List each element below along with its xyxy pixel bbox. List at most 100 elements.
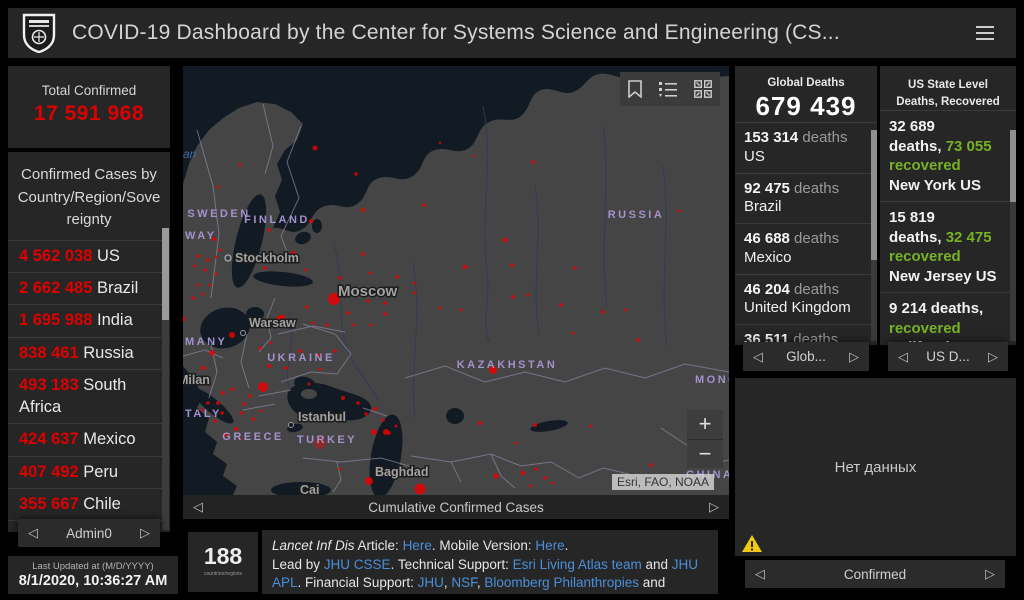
case-dot[interactable] (503, 238, 508, 243)
country-row[interactable]: 1 695 988 India (8, 304, 170, 336)
case-dot[interactable] (325, 323, 329, 327)
country-row[interactable]: 2 662 485 Brazil (8, 272, 170, 304)
case-dot[interactable] (346, 311, 350, 315)
case-dot[interactable] (191, 296, 195, 300)
deaths-row[interactable]: 46 688 deathsMexico (735, 223, 877, 274)
case-dot[interactable] (530, 485, 533, 488)
case-dot[interactable] (414, 292, 417, 295)
case-dot[interactable] (239, 411, 243, 415)
case-dot[interactable] (521, 471, 526, 476)
case-dot[interactable] (194, 265, 197, 268)
state-row[interactable]: 15 819deaths, 32 475recoveredNew Jersey … (880, 201, 1016, 292)
country-row[interactable]: 424 637 Mexico (8, 423, 170, 455)
case-dot[interactable] (559, 303, 563, 307)
country-row[interactable]: 355 667 Chile (8, 488, 170, 520)
case-dot[interactable] (354, 172, 358, 176)
scrollbar-thumb[interactable] (1010, 130, 1016, 202)
credit-link[interactable]: Bloomberg Philanthropies (484, 575, 639, 590)
zoom-in-button[interactable]: + (687, 410, 723, 439)
country-row[interactable]: 493 183 South Africa (8, 369, 170, 423)
credit-link[interactable]: JHU CSSE (324, 557, 391, 572)
case-dot[interactable] (415, 484, 426, 495)
case-dot[interactable] (308, 383, 311, 386)
credit-link[interactable]: NSF (451, 575, 477, 590)
case-dot[interactable] (221, 391, 225, 395)
case-dot[interactable] (197, 284, 200, 287)
prev-layer-icon[interactable]: ◁ (183, 499, 213, 515)
case-dot[interactable] (478, 421, 482, 425)
country-row[interactable]: 838 461 Russia (8, 337, 170, 369)
case-dot[interactable] (395, 425, 398, 428)
case-dot[interactable] (533, 423, 537, 427)
case-dot[interactable] (511, 295, 515, 299)
case-dot[interactable] (364, 412, 368, 416)
scrollbar-thumb[interactable] (871, 130, 877, 260)
case-dot[interactable] (284, 366, 288, 370)
basemap-grid-icon[interactable] (694, 80, 712, 98)
next-page-icon[interactable]: ▷ (975, 566, 1005, 582)
case-dot[interactable] (258, 382, 268, 392)
case-dot[interactable] (370, 324, 373, 327)
case-dot[interactable] (312, 322, 315, 325)
case-dot[interactable] (373, 407, 377, 411)
prev-page-icon[interactable]: ◁ (745, 566, 775, 582)
case-dot[interactable] (305, 305, 309, 309)
case-dot[interactable] (339, 468, 342, 471)
case-dot[interactable] (341, 396, 345, 400)
case-dot[interactable] (356, 401, 360, 405)
case-dot[interactable] (217, 186, 220, 189)
case-dot[interactable] (209, 284, 212, 287)
case-dot[interactable] (573, 266, 577, 270)
case-dot[interactable] (414, 282, 417, 285)
case-dot[interactable] (209, 350, 214, 355)
case-dot[interactable] (383, 312, 387, 316)
legend-list-icon[interactable] (659, 81, 677, 97)
bookmark-icon[interactable] (628, 80, 642, 98)
case-dot[interactable] (251, 417, 255, 421)
case-dot[interactable] (460, 309, 463, 312)
case-dot[interactable] (206, 401, 210, 405)
case-dot[interactable] (439, 307, 442, 310)
case-dot[interactable] (231, 387, 235, 391)
case-dot[interactable] (267, 228, 271, 232)
case-dot[interactable] (515, 442, 518, 445)
case-dot[interactable] (463, 265, 468, 270)
case-dot[interactable] (601, 310, 605, 314)
country-row[interactable]: 4 562 038 US (8, 240, 170, 272)
next-layer-icon[interactable]: ▷ (699, 499, 729, 515)
case-dot[interactable] (201, 366, 206, 371)
zoom-out-button[interactable]: − (687, 439, 723, 468)
case-dot[interactable] (369, 272, 372, 275)
menu-icon[interactable] (976, 22, 994, 44)
deaths-row[interactable]: 46 204 deathsUnited Kingdom (735, 274, 877, 325)
next-page-icon[interactable]: ▷ (839, 349, 869, 365)
case-dot[interactable] (572, 332, 575, 335)
state-row[interactable]: 32 689deaths, 73 055recoveredNew York US (880, 110, 1016, 201)
case-dot[interactable] (239, 164, 242, 167)
case-dot[interactable] (543, 476, 547, 480)
case-dot[interactable] (270, 342, 273, 345)
case-dot[interactable] (678, 210, 681, 213)
case-dot[interactable] (260, 410, 263, 413)
case-dot[interactable] (636, 338, 640, 342)
prev-page-icon[interactable]: ◁ (18, 525, 48, 541)
case-dot[interactable] (527, 294, 530, 297)
case-dot[interactable] (216, 401, 220, 405)
case-dot[interactable] (383, 429, 389, 435)
case-dot[interactable] (493, 473, 498, 478)
case-dot[interactable] (267, 364, 271, 368)
case-dot[interactable] (383, 301, 387, 305)
case-dot[interactable] (534, 467, 538, 471)
case-dot[interactable] (215, 256, 218, 259)
case-dot[interactable] (395, 275, 399, 279)
case-dot[interactable] (202, 293, 205, 296)
case-dot[interactable] (361, 208, 365, 212)
case-dot[interactable] (439, 142, 441, 144)
credit-link[interactable]: JHU (418, 575, 444, 590)
country-row[interactable]: 407 492 Peru (8, 456, 170, 488)
case-dot[interactable] (531, 160, 535, 164)
case-dot[interactable] (365, 477, 373, 485)
scrollbar-thumb[interactable] (162, 228, 169, 320)
case-dot[interactable] (219, 249, 222, 252)
case-dot[interactable] (215, 273, 218, 276)
